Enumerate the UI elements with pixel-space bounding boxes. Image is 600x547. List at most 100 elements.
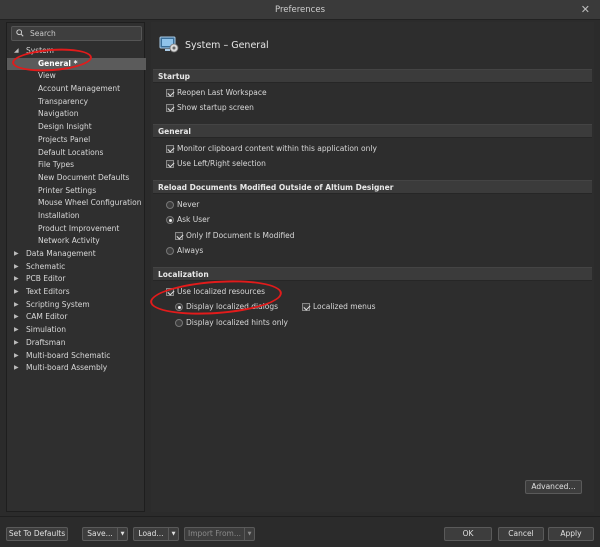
tree-item-label: File Types [38, 160, 75, 170]
expand-arrow-icon[interactable]: ▶ [14, 299, 19, 312]
expand-arrow-icon[interactable]: ▶ [14, 337, 19, 350]
checkbox-icon [166, 145, 174, 153]
section-reload-documents: Reload Documents Modified Outside of Alt… [153, 180, 592, 194]
expand-arrow-icon[interactable]: ▶ [14, 324, 19, 337]
reload-ask-user-radio[interactable]: Ask User [166, 215, 210, 225]
tree-child-item[interactable]: Navigation [7, 108, 146, 121]
tree-item[interactable]: ▶ CAM Editor [7, 311, 146, 324]
checkbox-icon [166, 160, 174, 168]
search-input[interactable]: Search [11, 26, 142, 41]
display-localized-dialogs-radio[interactable]: Display localized dialogs [175, 302, 278, 312]
close-icon[interactable]: ✕ [581, 3, 590, 16]
section-startup: Startup [153, 69, 592, 83]
section-title: General [158, 127, 191, 136]
tree-child-item[interactable]: Network Activity [7, 235, 146, 248]
expand-arrow-icon[interactable]: ▶ [14, 261, 19, 274]
tree-child-item[interactable]: Account Management [7, 83, 146, 96]
tree-child-item[interactable]: File Types [7, 159, 146, 172]
expand-arrow-icon[interactable]: ▶ [14, 273, 19, 286]
monitor-settings-icon [159, 36, 179, 53]
radio-icon [166, 216, 174, 224]
tree-item-label: General * [38, 58, 78, 68]
cancel-button[interactable]: Cancel [498, 527, 544, 541]
tree-item-label: Default Locations [38, 147, 104, 157]
section-localization: Localization [153, 267, 592, 281]
tree-item[interactable]: ◢ System [7, 45, 146, 58]
tree-item-label: Projects Panel [38, 134, 91, 144]
tree-child-item[interactable]: Default Locations [7, 147, 146, 160]
chevron-down-icon[interactable]: ▼ [168, 528, 178, 540]
expand-arrow-icon[interactable]: ▶ [14, 286, 19, 299]
tree-child-item[interactable]: View [7, 70, 146, 83]
tree-item-label: Printer Settings [38, 185, 97, 195]
chevron-down-icon[interactable]: ▼ [117, 528, 127, 540]
apply-button[interactable]: Apply [548, 527, 594, 541]
checkbox-icon [175, 232, 183, 240]
save-button[interactable]: Save... ▼ [82, 527, 128, 541]
tree-item[interactable]: ▶ PCB Editor [7, 273, 146, 286]
display-localized-hints-radio[interactable]: Display localized hints only [175, 318, 288, 328]
import-from-label: Import From... [187, 529, 241, 538]
import-from-button[interactable]: Import From... ▼ [184, 527, 255, 541]
reopen-last-workspace-checkbox[interactable]: Reopen Last Workspace [166, 88, 267, 98]
collapse-arrow-icon[interactable]: ◢ [14, 45, 19, 58]
tree-item[interactable]: ▶ Schematic [7, 261, 146, 274]
tree-item-label: Product Improvement [38, 223, 120, 233]
use-localized-resources-checkbox[interactable]: Use localized resources [166, 287, 265, 297]
show-startup-screen-checkbox[interactable]: Show startup screen [166, 103, 254, 113]
only-if-modified-checkbox[interactable]: Only If Document Is Modified [175, 231, 295, 241]
tree-item-label: Network Activity [38, 236, 100, 246]
title-bar: Preferences ✕ [0, 0, 600, 20]
tree-item-label: Account Management [38, 84, 121, 94]
save-label: Save... [87, 529, 113, 538]
localized-menus-checkbox[interactable]: Localized menus [302, 302, 376, 312]
tree-item[interactable]: ▶ Multi-board Schematic [7, 350, 146, 363]
monitor-clipboard-checkbox[interactable]: Monitor clipboard content within this ap… [166, 144, 377, 154]
tree-child-item[interactable]: Projects Panel [7, 134, 146, 147]
checkbox-icon [166, 104, 174, 112]
tree-item[interactable]: ▶ Data Management [7, 248, 146, 261]
checkbox-icon [302, 303, 310, 311]
tree-child-item[interactable]: Transparency [7, 96, 146, 109]
tree-item-label: PCB Editor [26, 274, 66, 284]
load-button[interactable]: Load... ▼ [133, 527, 179, 541]
use-left-right-selection-checkbox[interactable]: Use Left/Right selection [166, 159, 266, 169]
ok-button[interactable]: OK [444, 527, 492, 541]
expand-arrow-icon[interactable]: ▶ [14, 350, 19, 363]
tree-child-item[interactable]: Design Insight [7, 121, 146, 134]
tree-child-item[interactable]: Mouse Wheel Configuration [7, 197, 146, 210]
expand-arrow-icon[interactable]: ▶ [14, 311, 19, 324]
tree-item-label: Installation [38, 210, 80, 220]
tree-item-label: Schematic [26, 261, 66, 271]
tree-child-item[interactable]: Printer Settings [7, 185, 146, 198]
category-tree: ◢ System General * View Account Management Tr… [7, 45, 146, 375]
chevron-down-icon[interactable]: ▼ [244, 528, 254, 540]
section-general: General [153, 124, 592, 138]
radio-icon [166, 201, 174, 209]
set-to-defaults-button[interactable]: Set To Defaults [6, 527, 68, 541]
section-title: Reload Documents Modified Outside of Alt… [158, 183, 394, 192]
tree-item-label: Navigation [38, 109, 79, 119]
tree-child-item[interactable]: Product Improvement [7, 223, 146, 236]
tree-child-item[interactable]: Installation [7, 210, 146, 223]
search-placeholder: Search [30, 29, 56, 38]
tree-item[interactable]: ▶ Scripting System [7, 299, 146, 312]
tree-item-label: Text Editors [26, 287, 70, 297]
tree-item[interactable]: ▶ Draftsman [7, 337, 146, 350]
tree-item-label: New Document Defaults [38, 172, 130, 182]
tree-child-item[interactable]: General * [7, 57, 146, 71]
tree-item[interactable]: ▶ Text Editors [7, 286, 146, 299]
tree-item-label: Multi-board Assembly [26, 363, 108, 373]
reload-always-radio[interactable]: Always [166, 246, 203, 256]
reload-never-radio[interactable]: Never [166, 200, 199, 210]
radio-icon [175, 303, 183, 311]
expand-arrow-icon[interactable]: ▶ [14, 248, 19, 261]
tree-item[interactable]: ▶ Multi-board Assembly [7, 362, 146, 375]
tree-item[interactable]: ▶ Simulation [7, 324, 146, 337]
advanced-button[interactable]: Advanced... [525, 480, 582, 494]
radio-icon [166, 247, 174, 255]
section-title: Localization [158, 270, 209, 279]
expand-arrow-icon[interactable]: ▶ [14, 362, 19, 375]
tree-child-item[interactable]: New Document Defaults [7, 172, 146, 185]
checkbox-icon [166, 89, 174, 97]
